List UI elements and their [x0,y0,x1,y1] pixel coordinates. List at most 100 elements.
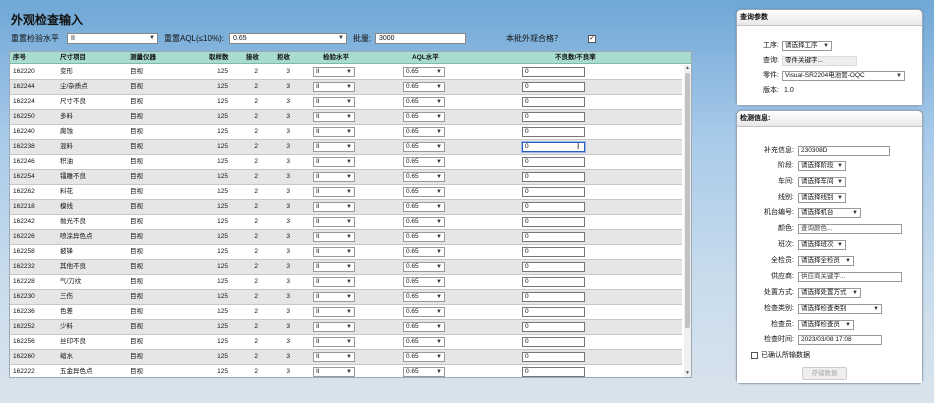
row-defect-input[interactable]: 0 [522,337,585,347]
reset-level-select[interactable]: II ▼ [67,33,158,44]
row-seq: 162226 [13,233,35,240]
row-level-select[interactable]: II ▼ [313,142,355,152]
row-defect-input[interactable]: 0 [522,217,585,227]
row-level-select[interactable]: II ▼ [313,217,355,227]
row-aql-select[interactable]: 0.65 ▼ [403,307,445,317]
machine-select[interactable]: 请选择机台 ▼ [798,208,861,218]
shift-select[interactable]: 请选择班次 ▼ [798,240,846,250]
workshop-select[interactable]: 请选择车间 ▼ [798,177,846,187]
row-level-select[interactable]: II ▼ [313,112,355,122]
chevron-down-icon: ▼ [436,234,442,240]
batch-pass-checkbox[interactable]: ✓ [588,35,596,43]
process-label: 工序: [763,42,779,49]
row-aql-select[interactable]: 0.65 ▼ [403,232,445,242]
row-level-select[interactable]: II ▼ [313,202,355,212]
color-search-input[interactable]: 查询颜色... [798,224,902,234]
row-aql-select[interactable]: 0.65 ▼ [403,172,445,182]
row-aql-select[interactable]: 0.65 ▼ [403,157,445,167]
stage-select[interactable]: 请选择阶段 ▼ [798,161,846,171]
row-aql-select[interactable]: 0.65 ▼ [403,322,445,332]
row-defect-input[interactable]: 0 [522,232,585,242]
row-instrument: 目视 [130,98,143,105]
row-defect-input[interactable]: 0 [522,277,585,287]
row-level-select[interactable]: II ▼ [313,232,355,242]
row-level-select[interactable]: II ▼ [313,67,355,77]
part-select[interactable]: Visual-SR2204电池管-OQC ▼ [782,71,905,81]
row-aql-select[interactable]: 0.65 ▼ [403,367,445,377]
row-defect-input[interactable]: 0 [522,307,585,317]
row-level-select[interactable]: II ▼ [313,247,355,257]
chevron-down-icon: ▼ [837,242,843,248]
row-aql-select[interactable]: 0.65 ▼ [403,202,445,212]
row-level-select[interactable]: II ▼ [313,367,355,377]
row-aql-select[interactable]: 0.65 ▼ [403,262,445,272]
row-aql-select[interactable]: 0.65 ▼ [403,127,445,137]
confirm-data-checkbox[interactable] [751,352,758,359]
table-scrollbar[interactable]: ▲ ▼ [684,65,691,377]
row-defect-input[interactable]: 0 [522,367,585,377]
scroll-up-icon[interactable]: ▲ [684,65,691,72]
row-defect-input[interactable]: 0 [522,97,585,107]
row-defect-input[interactable]: 0 [522,352,585,362]
row-level-select[interactable]: II ▼ [313,277,355,287]
row-defect-input[interactable]: 0 [522,322,585,332]
row-level-select[interactable]: II ▼ [313,172,355,182]
row-level-select[interactable]: II ▼ [313,187,355,197]
row-aql-select[interactable]: 0.65 ▼ [403,97,445,107]
row-sample: 125 [217,308,228,315]
row-level-select[interactable]: II ▼ [313,337,355,347]
checker-select[interactable]: 请选择检查员 ▼ [798,320,854,330]
row-defect-input[interactable]: 0 [522,247,585,257]
row-aql-select[interactable]: 0.65 ▼ [403,112,445,122]
row-aql-select[interactable]: 0.65 ▼ [403,247,445,257]
row-level-select[interactable]: II ▼ [313,262,355,272]
row-level-select[interactable]: II ▼ [313,352,355,362]
scroll-thumb[interactable] [685,73,690,328]
row-level-select[interactable]: II ▼ [313,97,355,107]
scroll-down-icon[interactable]: ▼ [684,370,691,377]
row-aql-select[interactable]: 0.65 ▼ [403,67,445,77]
row-aql-select[interactable]: 0.65 ▼ [403,217,445,227]
row-aql-select[interactable]: 0.65 ▼ [403,82,445,92]
row-level-select[interactable]: II ▼ [313,307,355,317]
chevron-down-icon: ▼ [837,163,843,169]
row-level-select[interactable]: II ▼ [313,157,355,167]
row-level-select[interactable]: II ▼ [313,82,355,92]
row-defect-input[interactable]: 0 [522,172,585,182]
row-aql-select[interactable]: 0.65 ▼ [403,277,445,287]
chevron-down-icon: ▼ [845,258,851,264]
line-select[interactable]: 请选择线别 ▼ [798,193,846,203]
row-defect-input[interactable]: 0 [522,157,585,167]
row-defect-input[interactable]: 0 [522,67,585,77]
row-level-select[interactable]: II ▼ [313,292,355,302]
supplement-input[interactable]: 230308D [798,146,890,156]
full-inspector-select[interactable]: 请选择全检员 ▼ [798,256,854,266]
row-instrument: 目视 [130,263,143,270]
row-aql-select[interactable]: 0.65 ▼ [403,142,445,152]
row-aql-select[interactable]: 0.65 ▼ [403,352,445,362]
row-aql-select[interactable]: 0.65 ▼ [403,187,445,197]
row-defect-input[interactable]: 0 [522,292,585,302]
supplement-label: 补充信息: [764,147,794,154]
row-level-select[interactable]: II ▼ [313,127,355,137]
row-defect-input[interactable]: 0 [522,187,585,197]
batch-input[interactable]: 3000 [375,33,466,44]
check-time-input[interactable]: 2023/03/08 17:08 [798,335,882,345]
row-aql-select[interactable]: 0.65 ▼ [403,337,445,347]
row-defect-input[interactable]: 0 [522,142,585,152]
part-search-input[interactable]: 零件关键字... [782,56,857,66]
process-select[interactable]: 请选择工序 ▼ [782,41,832,51]
row-defect-input[interactable]: 0 [522,202,585,212]
row-defect-input[interactable]: 0 [522,127,585,137]
row-level-select[interactable]: II ▼ [313,322,355,332]
row-defect-input[interactable]: 0 [522,112,585,122]
check-type-select[interactable]: 请选择检查类别 ▼ [798,304,882,314]
reset-aql-select[interactable]: 0.65 ▼ [229,33,347,44]
row-defect-input[interactable]: 0 [522,262,585,272]
row-aql-select[interactable]: 0.65 ▼ [403,292,445,302]
col-reject: 拒收 [277,54,290,61]
save-data-button[interactable]: 存储数据 [802,367,847,380]
row-defect-input[interactable]: 0 [522,82,585,92]
disposal-select[interactable]: 请选择处置方式 ▼ [798,288,861,298]
supplier-search-input[interactable]: 供应商关键字... [798,272,902,282]
